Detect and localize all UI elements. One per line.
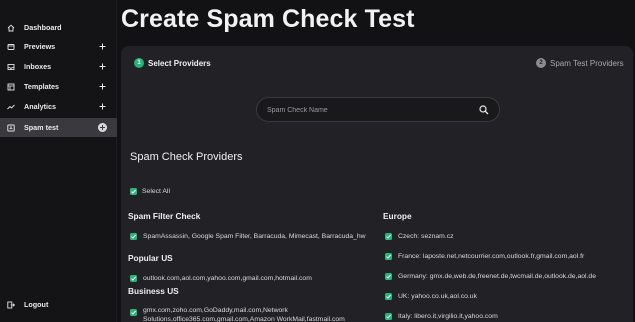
check-icon (386, 314, 391, 319)
sidebar-item-label: Dashboard (24, 23, 62, 32)
check-icon (386, 274, 391, 279)
sidebar-item-analytics[interactable]: Analytics (0, 97, 117, 116)
provider-checkbox[interactable] (385, 313, 392, 320)
provider-label: Germany: gmx.de,web.de,freenet.de,twcmai… (398, 273, 596, 280)
spam-test-icon (7, 124, 15, 131)
logout-button[interactable]: Logout (0, 295, 117, 314)
provider-label: SpamAssassin, Google Spam Filter, Barrac… (143, 233, 366, 240)
check-icon (386, 254, 391, 259)
spam-check-name-input[interactable] (267, 104, 467, 116)
sidebar-item-label: Templates (24, 82, 60, 91)
provider-checkbox[interactable] (130, 275, 137, 282)
provider-checkbox[interactable] (130, 309, 137, 316)
provider-label: France: laposte.net,netcourrier.com,outl… (398, 253, 585, 260)
group-title-spam-filter-check: Spam Filter Check (128, 211, 201, 221)
sidebar-item-label: Previews (24, 42, 56, 51)
step-number: 1 (134, 58, 144, 68)
provider-label: Czech: seznam.cz (398, 233, 454, 240)
provider-label: Italy: libero.it,virgilio.it,yahoo.com (398, 313, 498, 320)
sidebar: Dashboard Previews Inboxes Templates Ana… (0, 0, 117, 322)
provider-checkbox[interactable] (385, 233, 392, 240)
check-icon (386, 294, 391, 299)
sidebar-item-previews[interactable]: Previews (0, 37, 117, 56)
sidebar-item-inboxes[interactable]: Inboxes (0, 57, 117, 76)
provider-checkbox[interactable] (130, 233, 137, 240)
group-title-popular-us: Popular US (128, 253, 173, 263)
step-spam-test-providers[interactable]: 2 Spam Test Providers (536, 58, 624, 68)
provider-label: gmx.com,zoho.com,GoDaddy,mail.com,Networ… (143, 307, 345, 322)
plus-icon[interactable] (98, 123, 107, 132)
provider-label: outlook.com,aol.com,yahoo.com,gmail.com,… (143, 275, 312, 282)
previews-icon (7, 43, 15, 50)
step-number: 2 (536, 58, 546, 68)
step-label: Spam Test Providers (550, 58, 624, 68)
check-icon (131, 234, 136, 239)
sidebar-item-dashboard[interactable]: Dashboard (0, 18, 117, 37)
providers-title: Spam Check Providers (130, 151, 243, 163)
search-box (256, 97, 500, 122)
provider-label: UK: yahoo.co.uk,aol.co.uk (398, 293, 477, 300)
check-icon (386, 234, 391, 239)
plus-icon[interactable] (99, 43, 106, 50)
plus-icon[interactable] (99, 103, 106, 110)
templates-icon (7, 83, 15, 90)
group-title-europe: Europe (383, 211, 412, 221)
provider-checkbox[interactable] (385, 273, 392, 280)
select-all-label: Select All (142, 188, 170, 195)
sidebar-item-spam-test[interactable]: Spam test (0, 118, 117, 137)
sidebar-item-label: Inboxes (24, 62, 52, 71)
step-select-providers[interactable]: 1 Select Providers (134, 58, 211, 68)
sidebar-item-label: Analytics (24, 102, 56, 111)
step-label: Select Providers (148, 58, 211, 68)
page-title: Create Spam Check Test (121, 5, 415, 33)
check-icon (131, 189, 136, 194)
provider-checkbox[interactable] (385, 253, 392, 260)
search-icon[interactable] (479, 105, 489, 115)
inbox-icon (7, 63, 15, 70)
plus-icon[interactable] (99, 63, 106, 70)
sidebar-item-label: Spam test (24, 123, 59, 132)
plus-icon[interactable] (99, 83, 106, 90)
check-icon (131, 276, 136, 281)
logout-label: Logout (24, 300, 49, 309)
analytics-icon (7, 104, 15, 109)
logout-icon (7, 301, 15, 308)
select-all-checkbox[interactable] (130, 188, 137, 195)
provider-checkbox[interactable] (385, 293, 392, 300)
sidebar-item-templates[interactable]: Templates (0, 77, 117, 96)
home-icon (7, 24, 15, 31)
group-title-business-us: Business US (128, 286, 179, 296)
check-icon (131, 310, 136, 315)
